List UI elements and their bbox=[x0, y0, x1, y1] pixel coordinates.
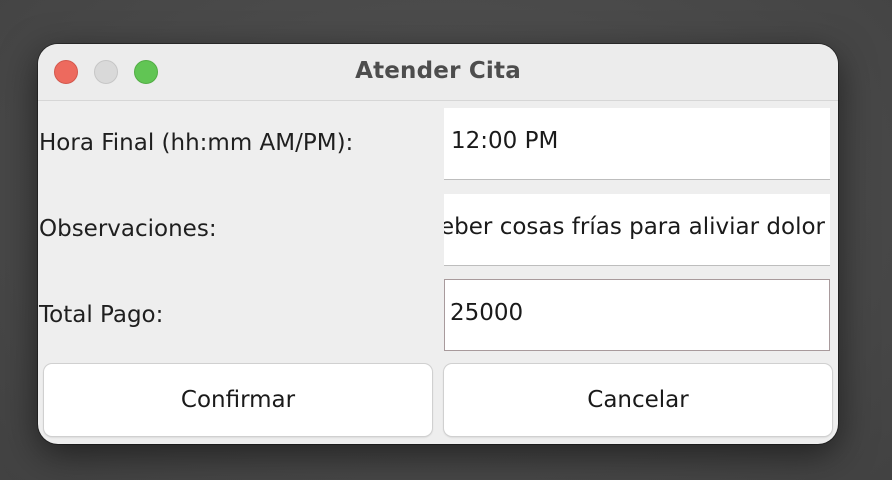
desktop-background: Atender Cita Hora Final (hh:mm AM/PM): 1… bbox=[0, 0, 892, 480]
total-pago-value: 25000 bbox=[450, 300, 524, 326]
confirm-button[interactable]: Confirmar bbox=[44, 364, 432, 436]
dialog-window: Atender Cita Hora Final (hh:mm AM/PM): 1… bbox=[38, 44, 838, 444]
cancel-button[interactable]: Cancelar bbox=[444, 364, 832, 436]
hora-final-field[interactable]: 12:00 PM bbox=[444, 108, 830, 180]
observaciones-label: Observaciones: bbox=[39, 216, 217, 242]
observaciones-value: Beber cosas frías para aliviar dolor bbox=[444, 214, 825, 240]
title-bar[interactable]: Atender Cita bbox=[38, 44, 838, 101]
observaciones-field[interactable]: Beber cosas frías para aliviar dolor bbox=[444, 194, 830, 266]
total-pago-field[interactable]: 25000 bbox=[444, 279, 830, 351]
hora-final-value: 12:00 PM bbox=[451, 128, 559, 154]
window-title: Atender Cita bbox=[355, 58, 521, 84]
total-pago-label: Total Pago: bbox=[39, 302, 164, 328]
hora-final-label: Hora Final (hh:mm AM/PM): bbox=[39, 130, 354, 156]
